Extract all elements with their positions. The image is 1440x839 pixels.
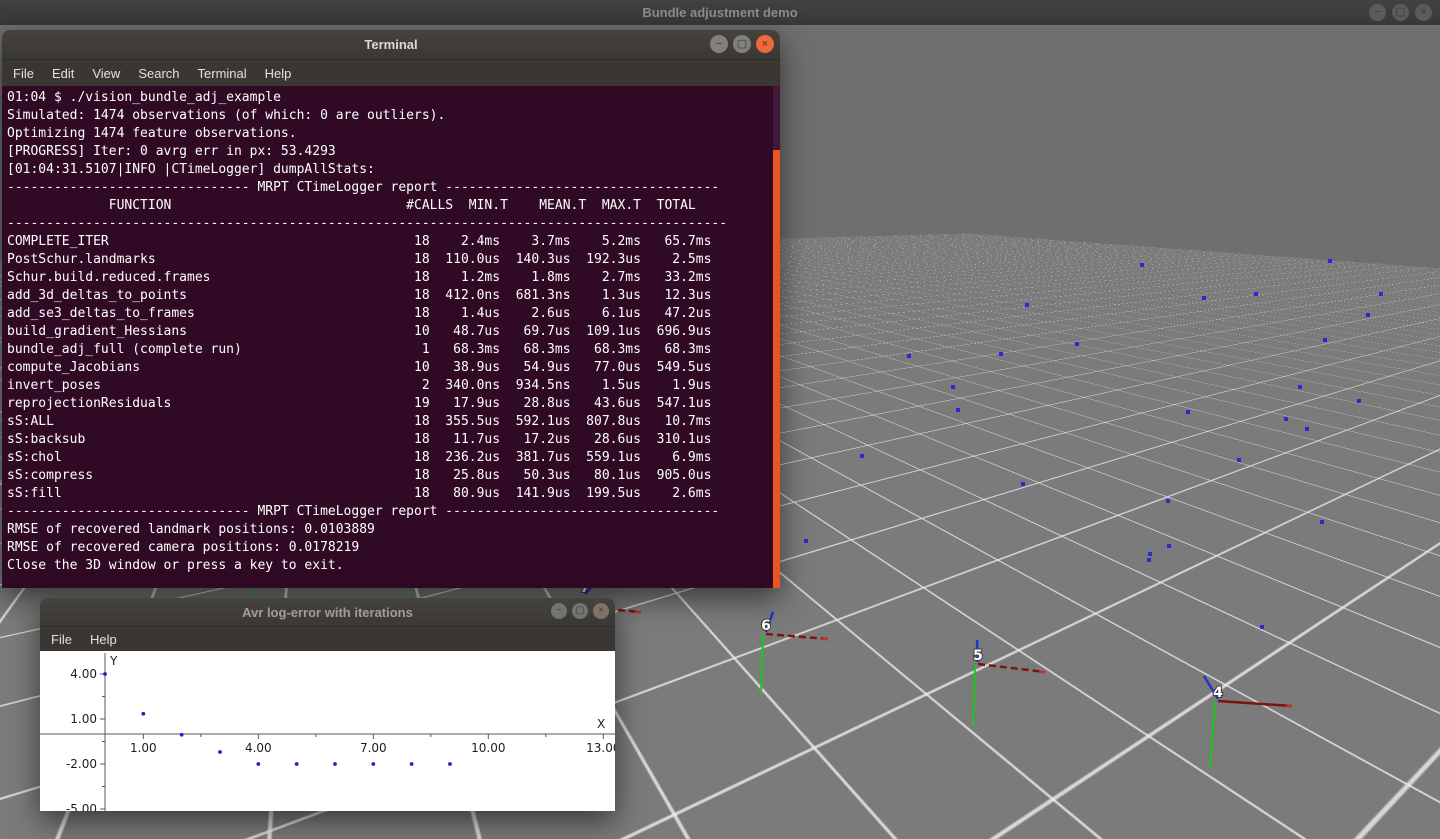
data-point <box>371 762 375 766</box>
data-point <box>103 672 107 676</box>
landmark-point <box>1357 399 1361 403</box>
camera-x-axis <box>766 634 828 639</box>
data-point <box>256 762 260 766</box>
terminal-menu-search[interactable]: Search <box>129 62 188 85</box>
terminal-menu-help[interactable]: Help <box>256 62 301 85</box>
landmark-point <box>1166 499 1170 503</box>
landmark-point <box>1320 520 1324 524</box>
landmark-point <box>1305 427 1309 431</box>
camera-y-axis <box>761 634 763 694</box>
landmark-point <box>1284 417 1288 421</box>
terminal-scrollbar[interactable] <box>773 150 780 588</box>
landmark-point <box>860 454 864 458</box>
landmark-point <box>1021 482 1025 486</box>
landmark-point <box>1147 558 1151 562</box>
scatter-plot: Y X 1.00 4.00 7.00 10.00 13.00 4.00 1.00 -2.00 -5.… <box>40 651 615 811</box>
plot-menu-file[interactable]: File <box>42 628 81 651</box>
terminal-menubar: FileEditViewSearchTerminalHelp <box>2 60 780 86</box>
data-point <box>448 762 452 766</box>
landmark-point <box>1366 313 1370 317</box>
landmark-point <box>1379 292 1383 296</box>
svg-text:4.00: 4.00 <box>245 741 272 755</box>
svg-text:-2.00: -2.00 <box>66 757 97 771</box>
landmark-point <box>1237 458 1241 462</box>
data-point <box>180 733 184 737</box>
svg-text:4.00: 4.00 <box>70 667 97 681</box>
data-point <box>333 762 337 766</box>
landmark-point <box>956 408 960 412</box>
maximize-icon[interactable]: ▢ <box>572 603 588 619</box>
landmark-point <box>1202 296 1206 300</box>
landmark-point <box>1167 544 1171 548</box>
svg-text:7.00: 7.00 <box>360 741 387 755</box>
landmark-point <box>1148 552 1152 556</box>
terminal-window: Terminal − ▢ × FileEditViewSearchTermina… <box>2 30 780 588</box>
landmark-point <box>951 385 955 389</box>
landmark-point <box>1260 625 1264 629</box>
terminal-menu-file[interactable]: File <box>4 62 43 85</box>
minimize-icon[interactable]: − <box>710 35 728 53</box>
landmark-point <box>1186 410 1190 414</box>
svg-text:Y: Y <box>109 654 118 668</box>
plot-menu-help[interactable]: Help <box>81 628 126 651</box>
camera-x-axis <box>978 664 1045 672</box>
terminal-menu-view[interactable]: View <box>83 62 129 85</box>
camera-label: 6 <box>761 618 771 634</box>
plot-menubar: FileHelp <box>40 627 615 651</box>
landmark-point <box>1254 292 1258 296</box>
terminal-menu-terminal[interactable]: Terminal <box>189 62 256 85</box>
terminal-title: Terminal <box>364 37 417 52</box>
data-point <box>410 762 414 766</box>
maximize-icon[interactable]: ▢ <box>1392 4 1409 21</box>
landmark-point <box>1025 303 1029 307</box>
close-icon[interactable]: × <box>756 35 774 53</box>
plot-canvas[interactable]: Y X 1.00 4.00 7.00 10.00 13.00 4.00 1.00 -2.00 -5.… <box>40 651 615 811</box>
camera-y-axis <box>1210 701 1215 767</box>
maximize-icon[interactable]: ▢ <box>733 35 751 53</box>
svg-text:13.00: 13.00 <box>586 741 615 755</box>
main-window-title: Bundle adjustment demo <box>642 5 797 20</box>
landmark-point <box>804 539 808 543</box>
close-icon[interactable]: × <box>1415 4 1432 21</box>
camera-y-axis <box>973 664 975 726</box>
landmark-point <box>1323 338 1327 342</box>
close-icon[interactable]: × <box>593 603 609 619</box>
svg-text:X: X <box>597 717 605 731</box>
camera-label: 5 <box>973 648 983 664</box>
data-point <box>295 762 299 766</box>
plot-titlebar[interactable]: Avr log-error with iterations − ▢ × <box>40 598 615 627</box>
data-point <box>218 750 222 754</box>
landmark-point <box>999 352 1003 356</box>
landmark-point <box>1075 342 1079 346</box>
plot-window: Avr log-error with iterations − ▢ × File… <box>40 598 615 811</box>
landmark-point <box>907 354 911 358</box>
data-point <box>141 712 145 716</box>
plot-title: Avr log-error with iterations <box>242 605 413 620</box>
svg-text:10.00: 10.00 <box>471 741 505 755</box>
landmark-point <box>1140 263 1144 267</box>
landmark-point <box>1298 385 1302 389</box>
minimize-icon[interactable]: − <box>1369 4 1386 21</box>
terminal-titlebar[interactable]: Terminal − ▢ × <box>2 30 780 60</box>
svg-text:1.00: 1.00 <box>70 712 97 726</box>
camera-label: 4 <box>1213 685 1223 701</box>
terminal-output[interactable]: 01:04 $ ./vision_bundle_adj_example Simu… <box>2 86 780 588</box>
terminal-text: 01:04 $ ./vision_bundle_adj_example Simu… <box>2 86 780 575</box>
terminal-menu-edit[interactable]: Edit <box>43 62 83 85</box>
camera-x-axis <box>1218 701 1292 706</box>
main-window-titlebar[interactable]: Bundle adjustment demo − ▢ × <box>0 0 1440 25</box>
svg-text:-5.00: -5.00 <box>66 802 97 811</box>
minimize-icon[interactable]: − <box>551 603 567 619</box>
svg-text:1.00: 1.00 <box>130 741 157 755</box>
landmark-point <box>1328 259 1332 263</box>
